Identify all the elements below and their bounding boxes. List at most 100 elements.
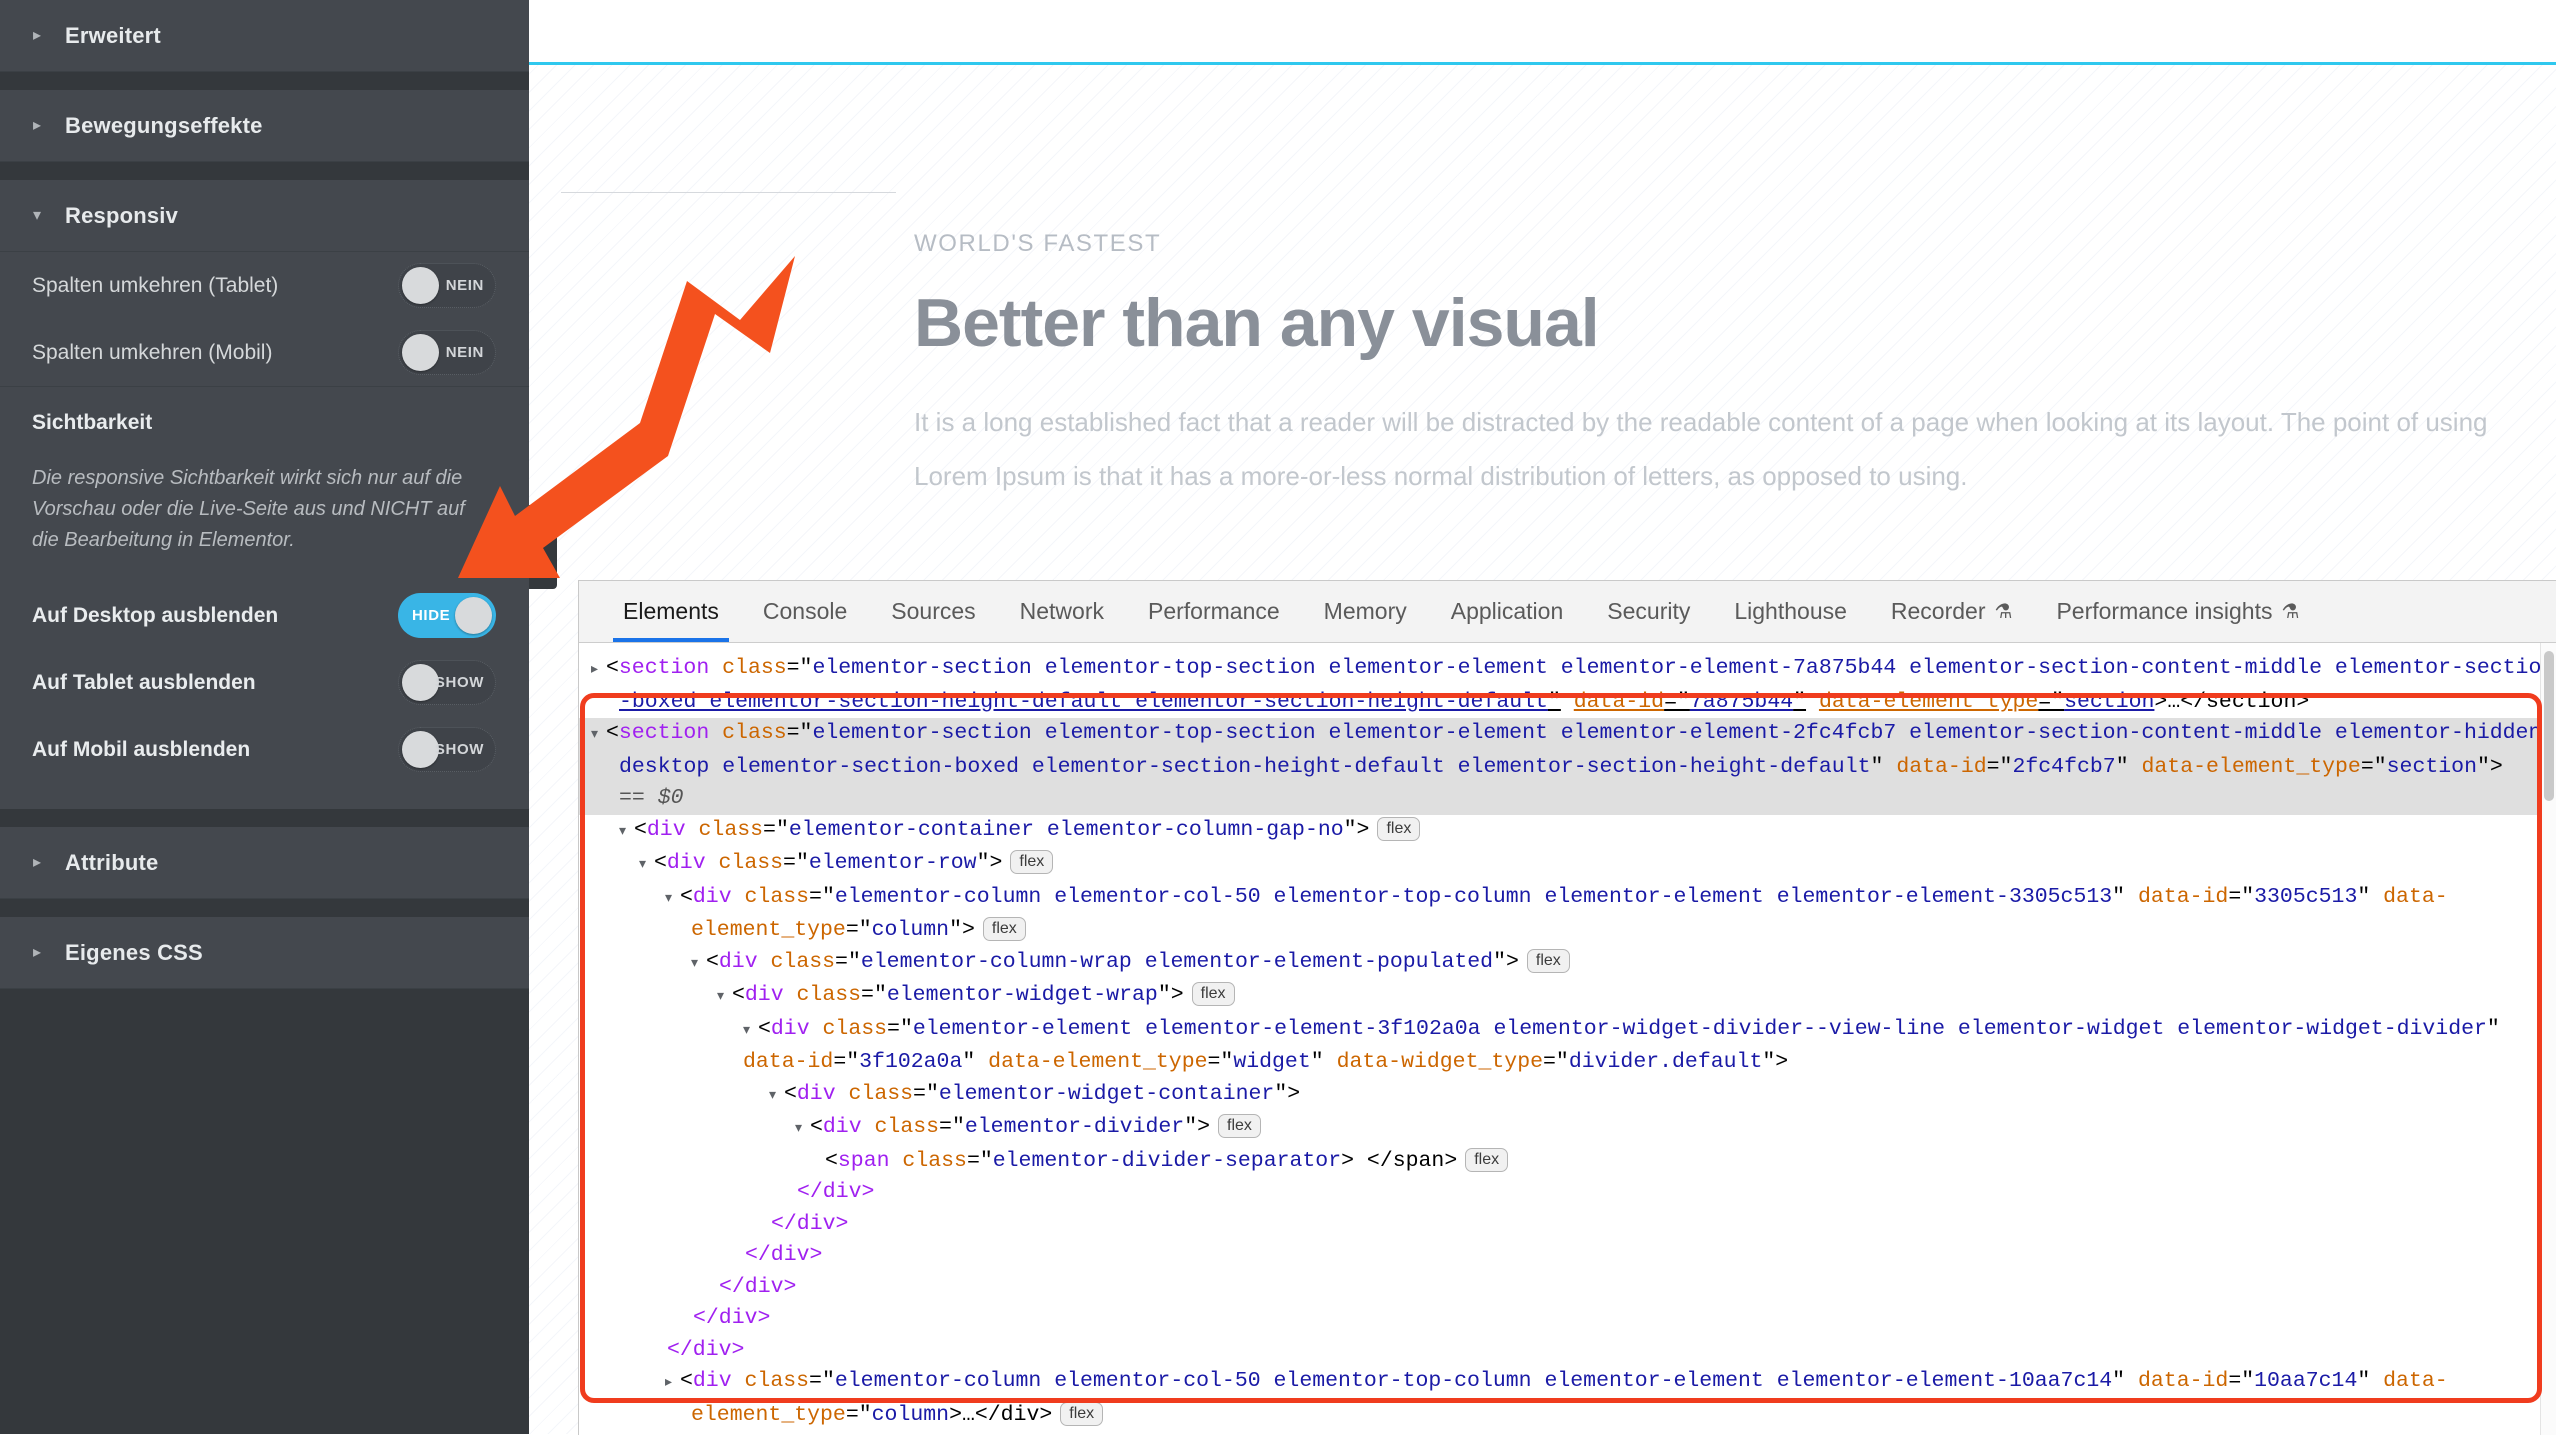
accordion-label: Attribute	[65, 849, 159, 875]
collapse-triangle-icon[interactable]: ▾	[769, 1081, 784, 1113]
accordion-attribute[interactable]: ▸ Attribute	[0, 827, 529, 899]
devtools-scrollbar[interactable]	[2540, 643, 2556, 1435]
toggle-reverse-columns-tablet[interactable]: NEIN	[398, 263, 496, 308]
dom-node-column-10aa7c14-cont[interactable]: element_type="column>…</div> flex	[579, 1400, 2556, 1432]
tab-recorder[interactable]: Recorder ⚗	[1869, 581, 2035, 642]
accordion-eigenes-css[interactable]: ▸ Eigenes CSS	[0, 917, 529, 989]
attr-value: section	[2064, 689, 2155, 714]
dom-node-section-7a875b44[interactable]: ▸ <section class="elementor-section eleme…	[579, 653, 2556, 687]
attr-name: class	[744, 884, 810, 909]
accordion-label: Responsiv	[65, 202, 179, 228]
dom-node-column-3305c513-cont[interactable]: element_type="column"> flex	[579, 915, 2556, 947]
toggle-reverse-columns-mobile[interactable]: NEIN	[398, 330, 496, 375]
tag-name: div	[770, 1016, 810, 1041]
tab-elements[interactable]: Elements	[601, 581, 741, 642]
attr-value: elementor-row	[808, 851, 977, 875]
collapse-triangle-icon[interactable]: ▾	[619, 817, 634, 849]
flex-badge[interactable]: flex	[1526, 948, 1570, 973]
toggle-hide-on-mobile[interactable]: SHOW	[398, 727, 496, 772]
collapse-triangle-icon[interactable]: ▾	[795, 1114, 810, 1146]
collapse-triangle-icon[interactable]: ▾	[665, 884, 680, 916]
attr-value: elementor-column elementor-col-50 elemen…	[834, 1369, 2113, 1393]
collapse-triangle-icon[interactable]: ▾	[591, 720, 606, 752]
dom-close-tag: </div>	[579, 1335, 2556, 1367]
chevron-right-icon: ▸	[33, 26, 42, 44]
dom-node-divider-separator[interactable]: <span class="elementor-divider-separator…	[579, 1146, 2556, 1178]
dom-node-section-7a875b44-cont[interactable]: -boxed elementor-section-height-default …	[579, 687, 2556, 719]
collapse-triangle-icon[interactable]: ▾	[639, 850, 654, 882]
attr-name: data-element_type	[988, 1050, 1208, 1074]
tab-label: Performance insights	[2056, 598, 2273, 624]
toggle-knob	[402, 664, 439, 701]
dom-node-divider[interactable]: ▾ <div class="elementor-divider"> flex	[579, 1112, 2556, 1146]
tab-label: Application	[1450, 598, 1564, 624]
flex-badge[interactable]: flex	[1377, 816, 1421, 841]
collapse-triangle-icon[interactable]: ▾	[717, 982, 732, 1014]
tab-console[interactable]: Console	[741, 581, 869, 642]
scrollbar-thumb[interactable]	[2544, 651, 2554, 801]
attr-value: widget	[1233, 1050, 1311, 1074]
panel-collapse-button[interactable]: ❮	[529, 505, 557, 589]
dom-node-column-wrap[interactable]: ▾ <div class="elementor-column-wrap eleme…	[579, 947, 2556, 981]
control-label: Auf Desktop ausblenden	[32, 603, 279, 627]
attr-value: elementor-section elementor-top-section …	[812, 656, 2555, 680]
dom-node-container[interactable]: ▾ <div class="elementor-container element…	[579, 815, 2556, 849]
accordion-responsiv[interactable]: ▾ Responsiv	[0, 180, 529, 252]
dom-node-widget-container[interactable]: ▾ <div class="elementor-widget-container"…	[579, 1079, 2556, 1113]
collapse-triangle-icon[interactable]: ▾	[743, 1016, 758, 1048]
dom-node-column-10aa7c14[interactable]: ▸ <div class="elementor-column elementor-…	[579, 1366, 2556, 1400]
accordion-label: Erweitert	[65, 22, 161, 48]
tab-network[interactable]: Network	[998, 581, 1126, 642]
dom-node-section-2fc4fcb7-cont[interactable]: desktop elementor-section-boxed elemento…	[579, 751, 2556, 783]
tag-name: div	[646, 817, 686, 842]
dom-node-column-3305c513[interactable]: ▾ <div class="elementor-column elementor-…	[579, 882, 2556, 916]
attr-name: class	[874, 1115, 940, 1139]
dom-node-section-2fc4fcb7[interactable]: ▾ <section class="elementor-section eleme…	[579, 718, 2556, 752]
tab-lighthouse[interactable]: Lighthouse	[1712, 581, 1869, 642]
accordion-erweitert[interactable]: ▸ Erweitert	[0, 0, 529, 72]
collapse-triangle-icon[interactable]: ▾	[691, 949, 706, 981]
expand-triangle-icon[interactable]: ▸	[591, 655, 606, 687]
attr-name: data-id	[1896, 754, 1987, 779]
dollar-zero: == $0	[619, 786, 684, 810]
expand-triangle-icon[interactable]: ▸	[665, 1368, 680, 1400]
hero-block: WORLD'S FASTEST Better than any visual I…	[914, 230, 2546, 504]
attr-value: 7a875b44	[1689, 689, 1794, 714]
control-label: Auf Tablet ausblenden	[32, 670, 256, 694]
dom-node-widget-wrap[interactable]: ▾ <div class="elementor-widget-wrap"> flex	[579, 980, 2556, 1014]
tab-performance[interactable]: Performance	[1126, 581, 1302, 642]
accordion-bewegungseffekte[interactable]: ▸ Bewegungseffekte	[0, 90, 529, 162]
attr-name: class	[698, 817, 764, 842]
flex-badge[interactable]: flex	[1465, 1147, 1509, 1172]
flex-badge[interactable]: flex	[1060, 1401, 1104, 1426]
attr-value-cont: desktop elementor-section-boxed elemento…	[619, 754, 1871, 779]
dom-close-tag: </div>	[579, 1272, 2556, 1304]
tab-application[interactable]: Application	[1429, 581, 1586, 642]
flex-badge[interactable]: flex	[982, 917, 1026, 941]
tab-performance-insights[interactable]: Performance insights ⚗	[2034, 581, 2321, 642]
dom-node-divider-widget-cont[interactable]: data-id="3f102a0a" data-element_type="wi…	[579, 1047, 2556, 1079]
elementor-settings-panel: ▸ Erweitert ▸ Bewegungseffekte ▾ Respons…	[0, 0, 529, 1434]
dom-tree[interactable]: ▸ <section class="elementor-section eleme…	[579, 643, 2556, 1435]
tab-memory[interactable]: Memory	[1302, 581, 1429, 642]
attr-value: 2fc4fcb7	[2012, 754, 2116, 779]
flex-badge[interactable]: flex	[1191, 982, 1235, 1006]
tab-security[interactable]: Security	[1585, 581, 1712, 642]
toggle-hide-on-desktop[interactable]: HIDE	[398, 593, 496, 638]
flex-badge[interactable]: flex	[1010, 850, 1054, 874]
flex-badge[interactable]: flex	[1218, 1114, 1261, 1138]
attr-value: divider.default	[1568, 1050, 1763, 1074]
tag-name: div	[822, 1115, 862, 1139]
control-label: Spalten umkehren (Tablet)	[32, 273, 279, 297]
flask-icon: ⚗	[1994, 600, 2013, 623]
toggle-hide-on-tablet[interactable]: SHOW	[398, 660, 496, 705]
toggle-knob	[402, 267, 439, 304]
dom-close-tag: </div>	[579, 1177, 2556, 1209]
tab-sources[interactable]: Sources	[869, 581, 997, 642]
toggle-knob	[402, 334, 439, 371]
close-div: </div>	[797, 1180, 875, 1204]
attr-name: class	[902, 1148, 967, 1173]
dom-node-row[interactable]: ▾ <div class="elementor-row"> flex	[579, 848, 2556, 882]
hero-title: Better than any visual	[914, 285, 1600, 361]
dom-node-divider-widget[interactable]: ▾ <div class="elementor-element elementor…	[579, 1014, 2556, 1048]
